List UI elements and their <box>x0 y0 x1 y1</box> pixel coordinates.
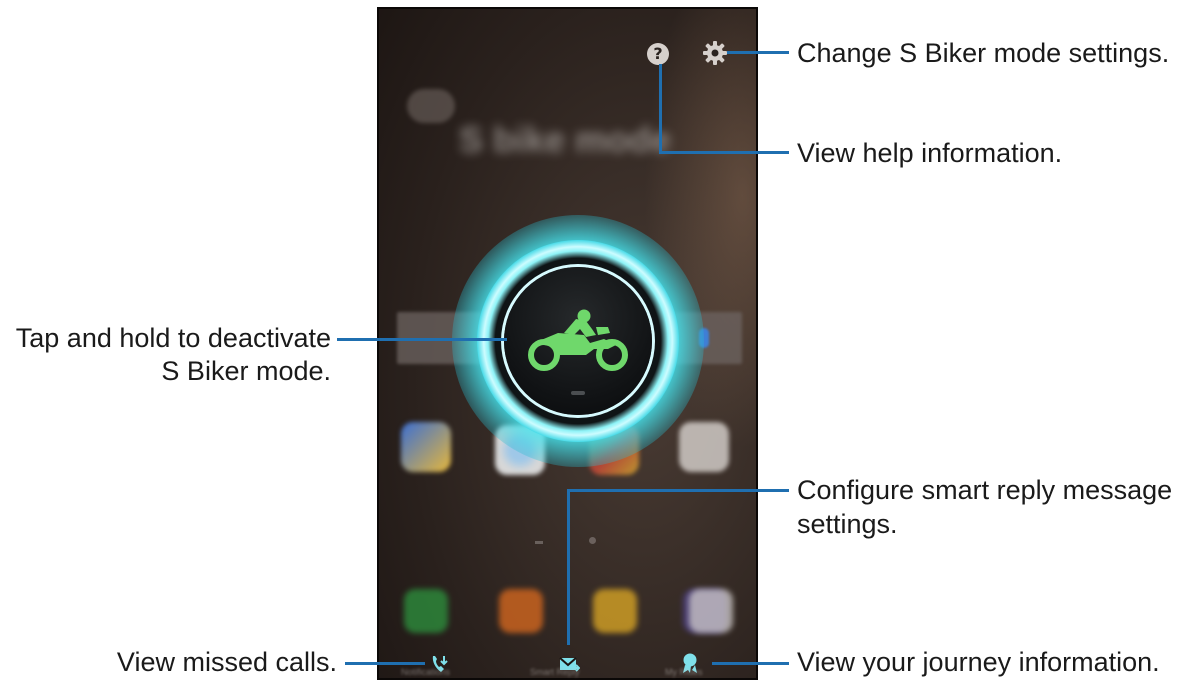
page-indicator <box>535 531 642 549</box>
journey-callout-line <box>712 662 789 665</box>
contacts-app-icon <box>499 589 543 633</box>
help-callout: View help information. <box>797 138 1063 168</box>
deactivate-callout-line <box>337 338 507 341</box>
help-icon[interactable]: ? <box>647 43 669 65</box>
smart-reply-callout-line2: settings. <box>797 509 898 539</box>
messages-app-icon <box>593 589 637 633</box>
smart-reply-label: Smart Reply <box>530 667 580 677</box>
settings-callout: Change S Biker mode settings. <box>797 38 1170 68</box>
status-dot <box>571 391 585 395</box>
notifications-label: Notifications <box>401 667 451 677</box>
apps-grid-icon <box>689 589 733 633</box>
help-callout-line-vertical <box>659 64 662 153</box>
background-app-title: S bike mode <box>459 119 672 160</box>
smart-reply-callout-line-vertical <box>567 489 570 645</box>
journey-callout: View your journey information. <box>797 647 1160 677</box>
gallery-app-icon <box>401 422 451 472</box>
my-rides-label: My Rides <box>665 667 703 677</box>
phone-app-icon <box>404 589 448 633</box>
motorcycle-icon <box>528 309 628 371</box>
google-folder-icon <box>679 422 729 472</box>
help-callout-line <box>659 151 789 154</box>
missed-calls-callout: View missed calls. <box>116 647 337 677</box>
deactivate-callout-line2: S Biker mode. <box>161 356 331 386</box>
add-cloud-icon <box>407 89 455 123</box>
deactivate-callout-line1: Tap and hold to deactivate <box>15 323 331 353</box>
settings-callout-line <box>727 51 789 54</box>
missed-calls-callout-line <box>345 662 425 665</box>
gear-icon[interactable] <box>702 40 728 66</box>
smart-reply-callout-line1: Configure smart reply message <box>797 475 1173 505</box>
smart-reply-callout-line <box>567 489 789 492</box>
